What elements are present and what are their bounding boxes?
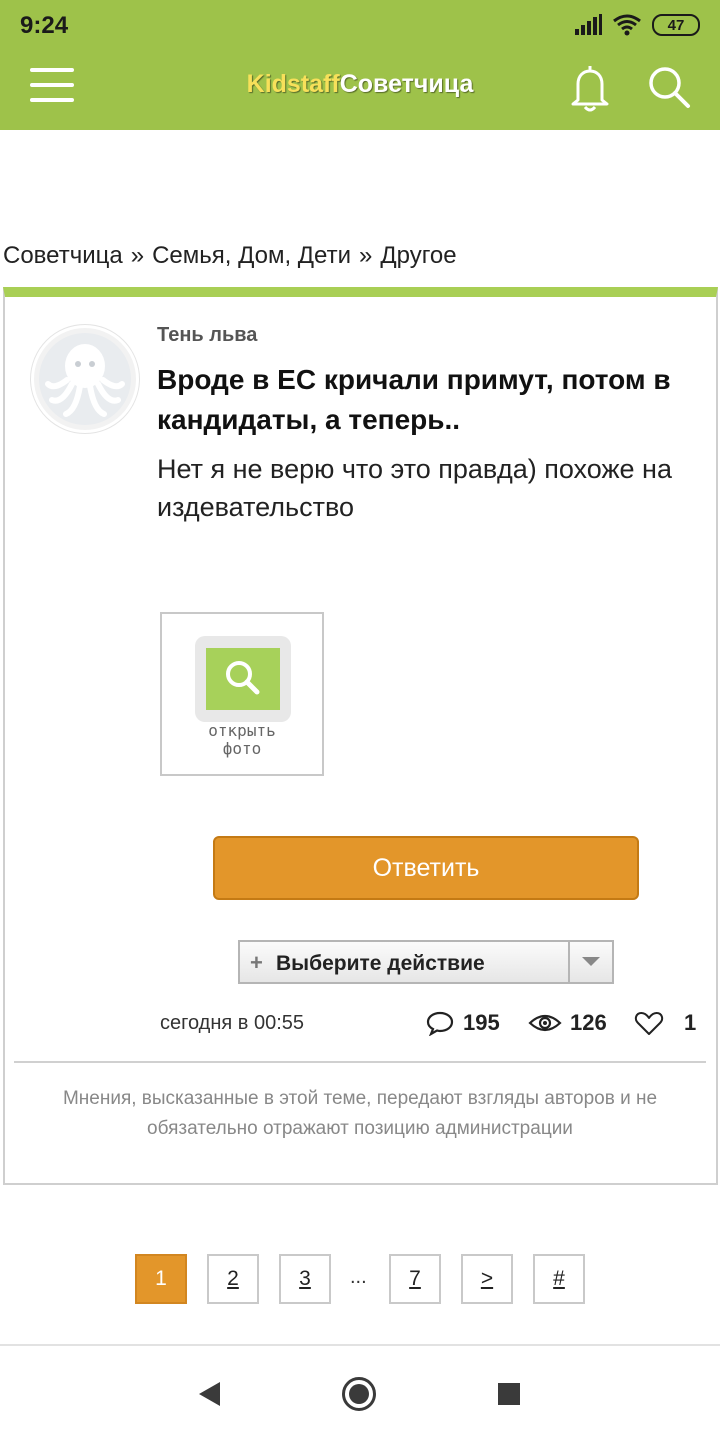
breadcrumb-item-sovetchica[interactable]: Советчица: [3, 242, 123, 269]
breadcrumb-item-other[interactable]: Другое: [380, 242, 456, 269]
battery-indicator: 47: [652, 14, 700, 36]
last-page-button[interactable]: #: [533, 1254, 585, 1304]
page-2-button[interactable]: 2: [207, 1254, 259, 1304]
breadcrumb-item-family[interactable]: Семья, Дом, Дети: [152, 242, 351, 269]
eye-icon: [528, 1014, 562, 1032]
app-header: 9:24 47 KidstaffСоветчица: [0, 0, 720, 130]
action-dropdown-label: Выберите действие: [276, 952, 485, 975]
breadcrumb-separator: »: [130, 242, 145, 269]
breadcrumb: Советчица » Семья, Дом, Дети » Другое: [3, 242, 457, 270]
recents-icon[interactable]: [497, 1382, 521, 1406]
octopus-avatar-icon: [39, 333, 131, 425]
back-icon[interactable]: [196, 1380, 222, 1408]
comments-count[interactable]: 195: [425, 1010, 500, 1036]
post-body: Нет я не верю что это правда) похоже на …: [157, 454, 672, 522]
pagination: 1 2 3 ... 7 > #: [0, 1254, 720, 1304]
likes-value: 1: [684, 1010, 697, 1035]
chevron-down-icon: [582, 957, 600, 966]
next-page-button[interactable]: >: [461, 1254, 513, 1304]
divider: [14, 1061, 706, 1063]
heart-icon: [634, 1012, 664, 1035]
photo-label-line1: открыть: [208, 721, 276, 740]
signal-icon: [575, 14, 602, 35]
search-icon[interactable]: [646, 64, 692, 110]
page-3-button[interactable]: 3: [279, 1254, 331, 1304]
views-count: 126: [528, 1010, 607, 1036]
bell-icon[interactable]: [566, 62, 614, 114]
breadcrumb-separator: »: [359, 242, 373, 269]
avatar[interactable]: [31, 325, 139, 433]
comment-icon: [426, 1011, 454, 1036]
post-title: Вроде в ЕС кричали примут, потом в канди…: [157, 364, 671, 435]
system-navigation-bar: [0, 1344, 720, 1440]
status-time: 9:24: [20, 12, 69, 39]
disclaimer-text: Мнения, высказанные в этой теме, передаю…: [62, 1088, 658, 1139]
photo-label-line2: фото: [222, 739, 262, 758]
home-icon[interactable]: [341, 1376, 377, 1412]
plus-icon: +: [250, 950, 263, 975]
logo-sovetchica: Советчица: [339, 70, 474, 98]
views-value: 126: [570, 1010, 607, 1035]
open-photo-button[interactable]: открыть фото: [160, 612, 324, 776]
page-1-button[interactable]: 1: [135, 1254, 187, 1304]
page-7-button[interactable]: 7: [389, 1254, 441, 1304]
status-icons: 47: [574, 12, 700, 38]
action-dropdown[interactable]: + Выберите действие: [238, 940, 614, 984]
reply-button[interactable]: Ответить: [213, 836, 639, 900]
post-date: сегодня в 00:55: [160, 1012, 304, 1034]
likes-count[interactable]: 1: [634, 1010, 696, 1036]
magnifier-icon: [226, 661, 260, 695]
logo-kidstaff: Kidstaff: [246, 70, 340, 98]
wifi-icon: [613, 14, 641, 36]
dropdown-toggle[interactable]: [568, 942, 612, 982]
post-author[interactable]: Тень льва: [157, 324, 257, 347]
status-bar: 9:24 47: [0, 0, 720, 50]
comments-value: 195: [463, 1010, 500, 1035]
pagination-ellipsis: ...: [350, 1266, 367, 1288]
